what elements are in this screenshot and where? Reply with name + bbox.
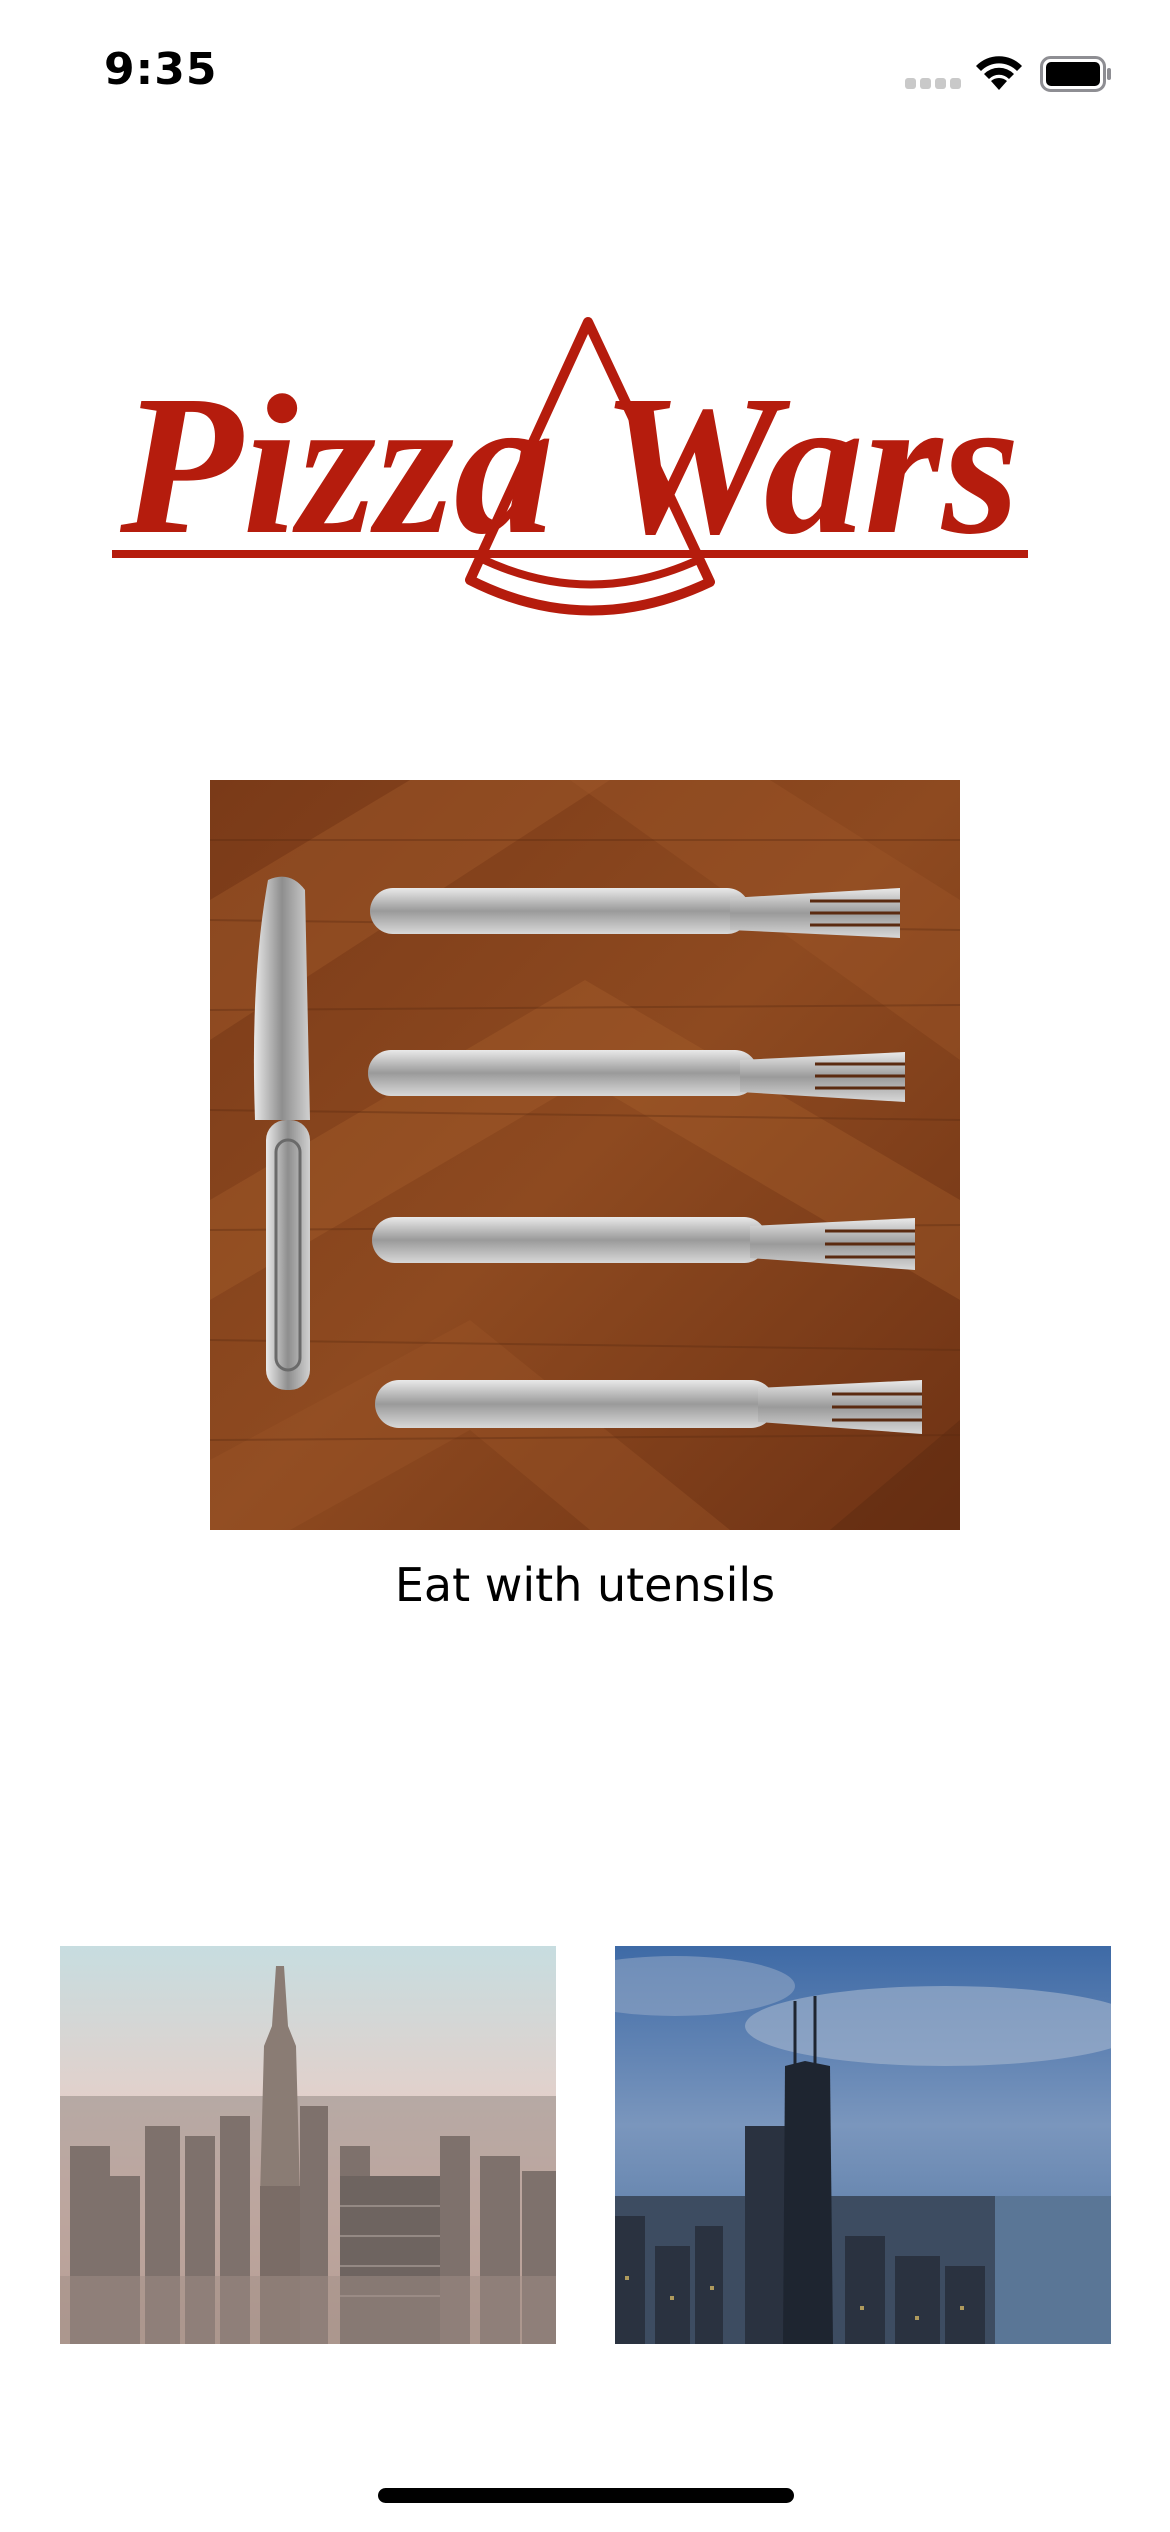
logo-text: Pizza Wars (119, 355, 1020, 576)
cutlery-photo (210, 780, 960, 1530)
hero-caption: Eat with utensils (394, 1558, 776, 1612)
status-time: 9:35 (104, 44, 218, 95)
new-york-skyline-photo (60, 1946, 556, 2344)
cellular-signal-icon (905, 78, 961, 90)
wifi-icon (976, 56, 1022, 90)
pizza-wars-logo: Pizza Wars (100, 310, 1040, 640)
battery-icon (1040, 56, 1111, 92)
app-screen: 9:35 Pizza Wars Eat with utensils (0, 0, 1170, 2532)
home-indicator[interactable] (378, 2488, 794, 2503)
chicago-skyline-photo (615, 1946, 1111, 2344)
